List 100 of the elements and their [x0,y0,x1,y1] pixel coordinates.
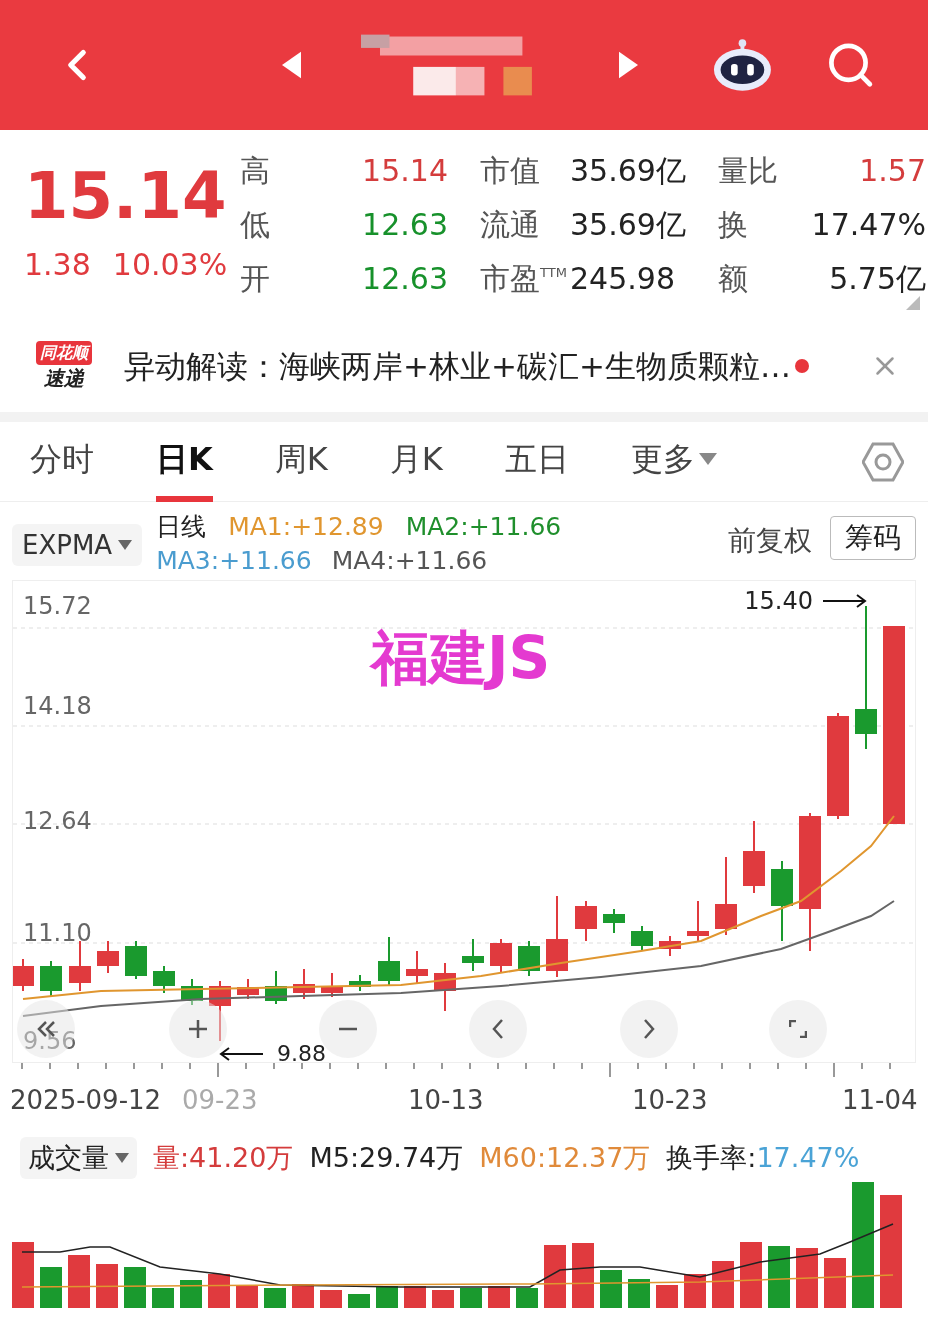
fullscreen-icon [789,1020,807,1038]
candle [125,940,147,980]
indicator-dropdown[interactable]: EXPMA [12,524,143,566]
candle [40,960,62,997]
volume-dropdown[interactable]: 成交量 [20,1137,137,1179]
news-headline[interactable]: 异动解读：海峡两岸+林业+碳汇+生物质颗粒… [124,342,791,390]
volume-bar [656,1285,678,1308]
candle [349,974,371,992]
volume-bar [740,1242,762,1308]
volume-bar [264,1288,286,1308]
volume-bar [600,1270,622,1308]
previous-stock-icon[interactable] [282,51,301,79]
chart-tab[interactable]: 月K [389,421,443,502]
robot-icon[interactable] [712,37,772,93]
volume-bar [12,1242,34,1308]
candle [97,940,119,974]
date-label: 09-23 [182,1084,258,1117]
stat-label: 低 [240,206,270,244]
adjust-mode-label[interactable]: 前复权 [728,520,812,562]
volume-bar [544,1245,566,1308]
date-label: 2025-09-12 [10,1084,162,1117]
candle [687,900,709,942]
candle [378,936,400,986]
stat-label: 量比 [718,152,778,190]
volume-bar [432,1290,454,1308]
chart-tab[interactable]: 五日 [504,421,569,502]
arrow-icon [823,594,867,608]
stat-label: 换 [718,206,748,244]
zoom-out-icon [338,1027,358,1031]
ma-value: MA3:+11.66 [156,545,312,577]
price-axis-label: 14.18 [23,694,92,718]
volume-bar [348,1294,370,1308]
volume-bar [292,1284,314,1308]
ma-value: MA2:+11.66 [405,511,562,543]
candle [69,940,91,992]
volume-stat: M60:12.37万 [479,1140,651,1175]
caret-icon [698,452,717,465]
chips-button[interactable]: 筹码 [830,516,916,560]
settings-icon[interactable] [862,440,904,483]
stat-value: 245.98 [570,261,675,296]
stat-value: 12.63 [362,261,448,296]
ma-value: MA4:+11.66 [331,545,488,577]
candle [575,900,597,942]
price-axis-label: 15.72 [23,594,92,618]
volume-stat: 换手率: [666,1140,757,1175]
volume-bar [68,1255,90,1308]
stat-value: 12.63 [362,207,448,242]
volume-bar [180,1280,202,1308]
high-price-marker: 15.40 [744,586,813,617]
stat-label: 高 [240,152,270,190]
volume-bar [768,1246,790,1308]
zoom-in-icon [188,1019,208,1039]
volume-bar [488,1286,510,1308]
date-label: 10-13 [408,1084,484,1117]
chart-tab[interactable]: 分时 [30,421,94,502]
stat-label: 市盈$^{TTM}$ [480,260,567,298]
candle [181,978,203,1006]
volume-bar [376,1286,398,1308]
chart-tab[interactable]: 周K [274,421,328,502]
candle [13,958,34,992]
stat-value: 35.69亿 [570,153,686,188]
candle [293,968,315,1000]
volume-stat: M5:29.74万 [309,1140,464,1175]
price-axis-label: 11.10 [23,921,92,945]
candle [153,965,175,994]
volume-bar [40,1267,62,1308]
zoom-in-button[interactable] [169,1000,227,1058]
volume-bar [404,1286,426,1308]
volume-bar [96,1264,118,1308]
volume-stat: 17.47% [756,1140,860,1175]
stat-value: 17.47% [811,207,926,242]
volume-bar [208,1274,230,1308]
price-axis-label: 9.56 [23,1029,77,1053]
stat-label: 市值 [480,152,540,190]
current-price: 15.14 [24,163,228,228]
stat-value: 35.69亿 [570,207,686,242]
caret-icon [115,1153,129,1163]
volume-bar [824,1258,846,1308]
date-label: 10-23 [632,1084,708,1117]
candle [659,935,681,957]
chart-tab[interactable]: 更多 [630,421,717,502]
chevron-left-icon [492,1019,504,1039]
next-stock-icon[interactable] [618,51,638,79]
stat-value: 15.14 [362,153,448,188]
ma-value: MA1:+12.89 [228,511,384,543]
volume-bar [628,1279,650,1308]
stat-value: 5.75亿 [829,261,926,296]
volume-bar [796,1248,818,1308]
logo-brand: 同花顺 [36,341,92,365]
candle [490,938,512,974]
stat-label: 额 [718,260,748,298]
volume-bar [460,1288,482,1308]
volume-bar [320,1290,342,1308]
candle [518,940,540,977]
candle [631,925,653,952]
volume-bar [572,1243,594,1308]
arrow-icon [219,1046,263,1061]
candle [603,908,625,934]
chart-tab[interactable]: 日K [156,421,213,502]
period-label: 日线 [156,511,207,543]
